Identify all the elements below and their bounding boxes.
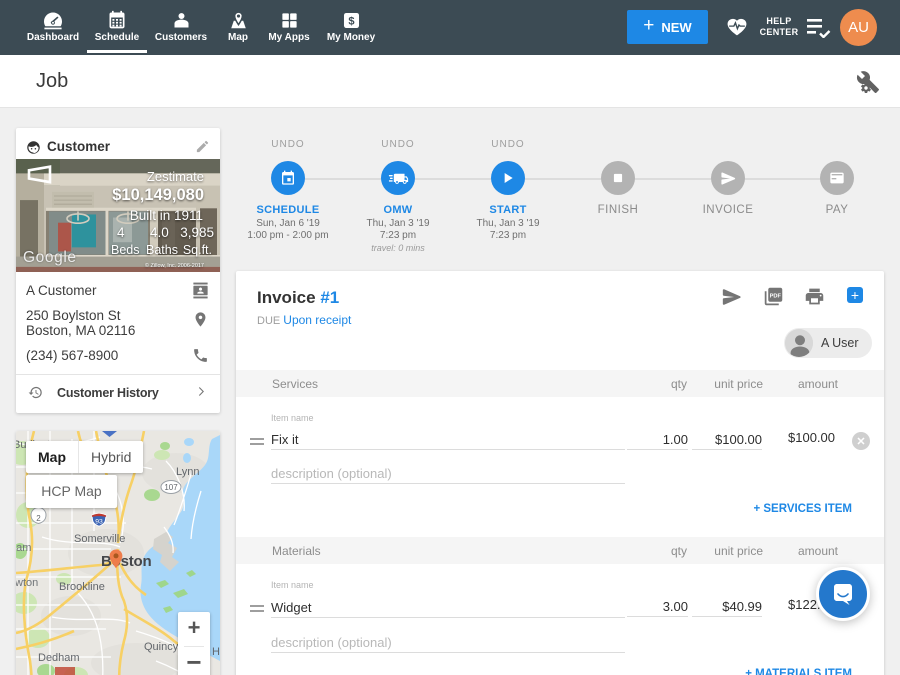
svg-text:Quincy: Quincy bbox=[144, 641, 179, 653]
svg-text:Dedham: Dedham bbox=[38, 652, 80, 664]
svg-text:Somerville: Somerville bbox=[74, 533, 125, 545]
svg-text:ham: ham bbox=[16, 542, 31, 554]
svg-text:$: $ bbox=[348, 15, 354, 27]
svg-text:Hi: Hi bbox=[212, 646, 220, 658]
svg-text:107: 107 bbox=[164, 483, 178, 492]
svg-text:Boston: Boston bbox=[101, 553, 151, 570]
svg-text:2: 2 bbox=[36, 514, 41, 523]
svg-text:Newton: Newton bbox=[16, 577, 38, 589]
svg-text:Lynn: Lynn bbox=[176, 466, 199, 478]
svg-text:Brookline: Brookline bbox=[59, 581, 105, 593]
svg-text:93: 93 bbox=[95, 518, 103, 525]
svg-text:PDF: PDF bbox=[770, 293, 782, 299]
